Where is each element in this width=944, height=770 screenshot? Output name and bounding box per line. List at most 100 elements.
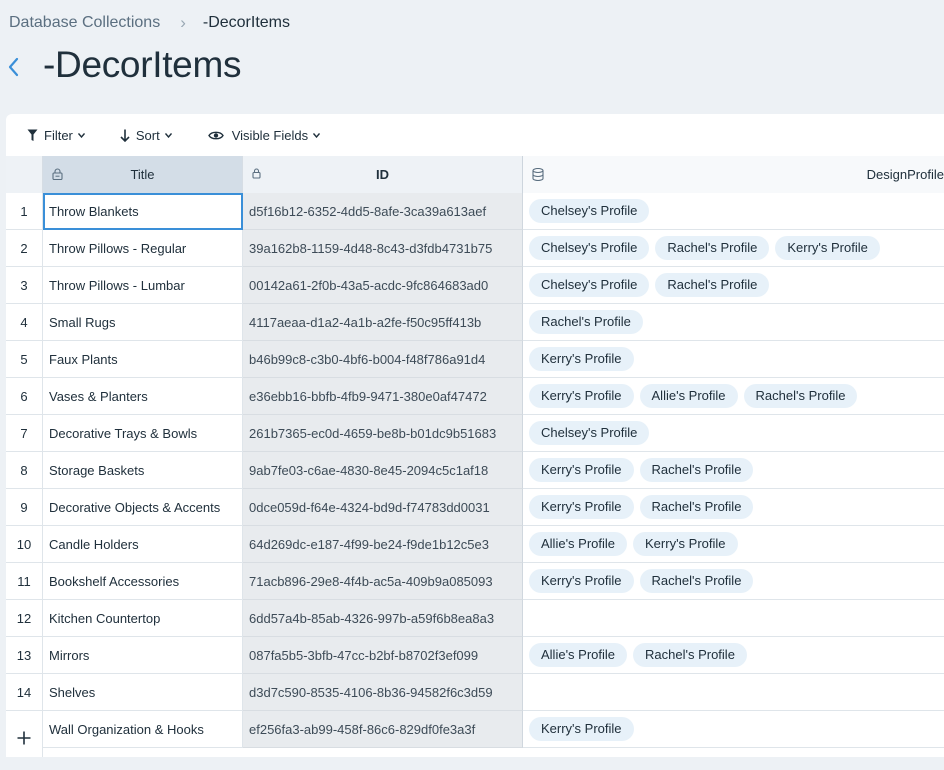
table-row[interactable]: 10 Candle Holders 64d269dc-e187-4f99-be24-… [6, 526, 944, 563]
chevron-left-icon [8, 57, 19, 77]
id-cell[interactable]: 00142a61-2f0b-43a5-acdc-9fc864683ad0 [243, 267, 523, 304]
profile-tag[interactable]: Allie's Profile [639, 384, 738, 408]
id-cell[interactable]: 261b7365-ec0d-4659-be8b-b01dc9b51683 [243, 415, 523, 452]
table-row[interactable]: 14 Shelves d3d7c590-8535-4106-8b36-94582f6… [6, 674, 944, 711]
profile-tag[interactable]: Kerry's Profile [529, 384, 634, 408]
profile-tag[interactable]: Rachel's Profile [655, 236, 770, 260]
sort-button[interactable]: Sort [120, 128, 172, 143]
id-cell[interactable]: b46b99c8-c3b0-4bf6-b004-f48f786a91d4 [243, 341, 523, 378]
profile-tag[interactable]: Allie's Profile [529, 643, 628, 667]
design-profile-cell[interactable] [523, 674, 944, 711]
design-profile-cell[interactable]: Allie's Profile Kerry's Profile [523, 526, 944, 563]
id-cell[interactable]: 6dd57a4b-85ab-4326-997b-a59f6b8ea8a3 [243, 600, 523, 637]
profile-tag[interactable]: Rachel's Profile [639, 569, 754, 593]
profile-tag[interactable]: Chelsey's Profile [529, 273, 650, 297]
table-row[interactable]: 13 Mirrors 087fa5b5-3bfb-47cc-b2bf-b8702f3… [6, 637, 944, 674]
table-row[interactable]: 1 Throw Blankets d5f16b12-6352-4dd5-8afe-3… [6, 193, 944, 230]
profile-tag[interactable]: Kerry's Profile [529, 569, 634, 593]
profile-tag[interactable]: Rachel's Profile [639, 495, 754, 519]
column-header-id[interactable]: ID [243, 156, 523, 193]
table-row[interactable]: 2 Throw Pillows - Regular 39a162b8-1159-4d… [6, 230, 944, 267]
title-cell[interactable]: Decorative Trays & Bowls [43, 415, 243, 452]
title-cell[interactable]: Wall Organization & Hooks [43, 711, 243, 748]
id-cell[interactable]: 71acb896-29e8-4f4b-ac5a-409b9a085093 [243, 563, 523, 600]
table-row[interactable]: 11 Bookshelf Accessories 71acb896-29e8-4f4… [6, 563, 944, 600]
horizontal-scrollbar[interactable] [0, 757, 944, 770]
id-cell[interactable]: 39a162b8-1159-4d48-8c43-d3fdb4731b75 [243, 230, 523, 267]
design-profile-cell[interactable]: Kerry's Profile Rachel's Profile [523, 452, 944, 489]
profile-tag[interactable]: Allie's Profile [529, 532, 628, 556]
arrow-down-icon [120, 129, 130, 142]
design-profile-cell[interactable]: Chelsey's Profile Rachel's Profile [523, 267, 944, 304]
profile-tag[interactable]: Rachel's Profile [655, 273, 770, 297]
visible-fields-button[interactable]: Visible Fields [207, 128, 321, 143]
profile-tag[interactable]: Chelsey's Profile [529, 199, 650, 223]
table-row[interactable]: 8 Storage Baskets 9ab7fe03-c6ae-4830-8e45-… [6, 452, 944, 489]
design-profile-cell[interactable]: Chelsey's Profile Rachel's Profile Kerry's… [523, 230, 944, 267]
title-cell[interactable]: Bookshelf Accessories [43, 563, 243, 600]
profile-tag[interactable]: Rachel's Profile [639, 458, 754, 482]
chevron-down-icon [77, 132, 85, 138]
title-cell[interactable]: Throw Pillows - Regular [43, 230, 243, 267]
design-profile-cell[interactable]: Rachel's Profile [523, 304, 944, 341]
design-profile-cell[interactable] [523, 600, 944, 637]
table-row[interactable]: 7 Decorative Trays & Bowls 261b7365-ec0d-4… [6, 415, 944, 452]
profile-tag[interactable]: Chelsey's Profile [529, 236, 650, 260]
title-cell[interactable]: Faux Plants [43, 341, 243, 378]
table-row[interactable]: 12 Kitchen Countertop 6dd57a4b-85ab-4326-9… [6, 600, 944, 637]
profile-tag[interactable]: Kerry's Profile [529, 458, 634, 482]
profile-tag[interactable]: Kerry's Profile [775, 236, 880, 260]
table-row[interactable]: 5 Faux Plants b46b99c8-c3b0-4bf6-b004-f48f… [6, 341, 944, 378]
title-cell[interactable]: Vases & Planters [43, 378, 243, 415]
title-cell[interactable]: Decorative Objects & Accents [43, 489, 243, 526]
table-row[interactable]: 15Wall Organization & Hooksef256fa3-ab99… [6, 711, 944, 748]
column-header-design-profile[interactable]: DesignProfile [523, 156, 944, 193]
profile-tag[interactable]: Kerry's Profile [529, 347, 634, 371]
id-cell[interactable]: 4117aeaa-d1a2-4a1b-a2fe-f50c95ff413b [243, 304, 523, 341]
profile-tag[interactable]: Rachel's Profile [529, 310, 643, 334]
id-cell[interactable]: 0dce059d-f64e-4324-bd9d-f74783dd0031 [243, 489, 523, 526]
table-row[interactable]: 6 Vases & Planters e36ebb16-bbfb-4fb9-9471… [6, 378, 944, 415]
profile-tag[interactable]: Kerry's Profile [529, 495, 634, 519]
id-cell[interactable]: d3d7c590-8535-4106-8b36-94582f6c3d59 [243, 674, 523, 711]
design-profile-cell[interactable]: Chelsey's Profile [523, 415, 944, 452]
id-cell[interactable]: 9ab7fe03-c6ae-4830-8e45-2094c5c1af18 [243, 452, 523, 489]
title-cell[interactable]: Mirrors [43, 637, 243, 674]
profile-tag[interactable]: Rachel's Profile [633, 643, 747, 667]
title-cell[interactable]: Storage Baskets [43, 452, 243, 489]
title-cell[interactable]: Throw Pillows - Lumbar [43, 267, 243, 304]
design-profile-cell[interactable]: Kerry's Profile Rachel's Profile [523, 563, 944, 600]
title-cell[interactable]: Kitchen Countertop [43, 600, 243, 637]
id-cell[interactable]: 64d269dc-e187-4f99-be24-f9de1b12c5e3 [243, 526, 523, 563]
title-cell[interactable]: Shelves [43, 674, 243, 711]
eye-icon [207, 131, 224, 139]
table-row[interactable]: 4 Small Rugs 4117aeaa-d1a2-4a1b-a2fe-f50c9… [6, 304, 944, 341]
profile-tag[interactable]: Kerry's Profile [529, 717, 634, 741]
id-cell[interactable]: ef256fa3-ab99-458f-86c6-829df0fe3a3f [243, 711, 523, 748]
design-profile-cell[interactable]: Kerry's Profile Rachel's Profile [523, 489, 944, 526]
column-header-title[interactable]: Title [43, 156, 243, 193]
back-button[interactable] [4, 54, 24, 80]
design-profile-cell[interactable]: Kerry's Profile Allie's Profile Rachel's P… [523, 378, 944, 415]
table-row[interactable]: 3 Throw Pillows - Lumbar 00142a61-2f0b-43a… [6, 267, 944, 304]
title-cell[interactable]: Small Rugs [43, 304, 243, 341]
filter-button[interactable]: Filter [27, 128, 85, 143]
row-number: 8 [6, 452, 43, 489]
add-row-button[interactable] [6, 719, 43, 757]
id-cell[interactable]: d5f16b12-6352-4dd5-8afe-3ca39a613aef [243, 193, 523, 230]
id-cell[interactable]: 087fa5b5-3bfb-47cc-b2bf-b8702f3ef099 [243, 637, 523, 674]
design-profile-cell[interactable]: Kerry's Profile [523, 711, 944, 748]
row-number: 14 [6, 674, 43, 711]
design-profile-cell[interactable]: Kerry's Profile [523, 341, 944, 378]
design-profile-cell[interactable]: Chelsey's Profile [523, 193, 944, 230]
design-profile-cell[interactable]: Allie's Profile Rachel's Profile [523, 637, 944, 674]
table-row[interactable]: 9 Decorative Objects & Accents 0dce059d-f6… [6, 489, 944, 526]
id-cell[interactable]: e36ebb16-bbfb-4fb9-9471-380e0af47472 [243, 378, 523, 415]
title-cell[interactable]: Candle Holders [43, 526, 243, 563]
breadcrumb-root-link[interactable]: Database Collections [9, 14, 160, 32]
profile-tag[interactable]: Chelsey's Profile [529, 421, 650, 445]
profile-tag[interactable]: Rachel's Profile [743, 384, 858, 408]
row-number: 7 [6, 415, 43, 452]
title-cell[interactable]: Throw Blankets [43, 193, 243, 230]
profile-tag[interactable]: Kerry's Profile [633, 532, 738, 556]
